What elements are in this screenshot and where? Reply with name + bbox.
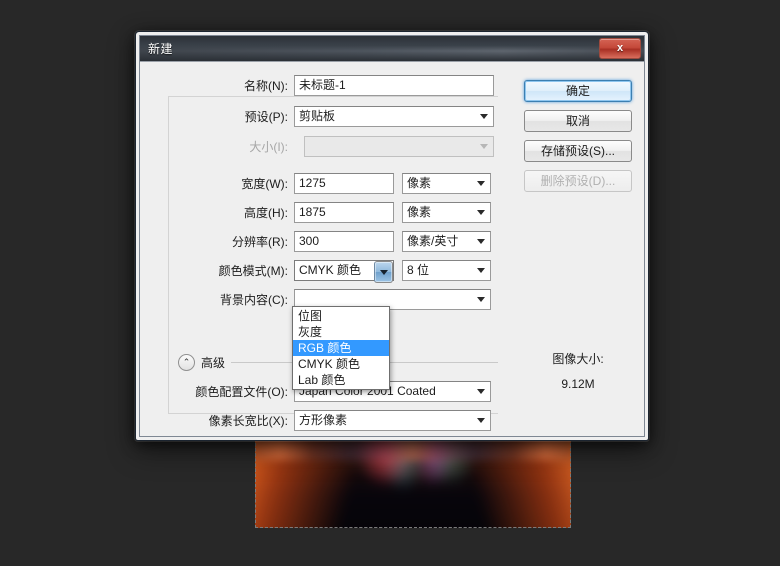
pixel-aspect-ratio-combobox[interactable]: 方形像素 (294, 409, 491, 431)
chevron-down-icon (477, 210, 485, 215)
new-document-dialog: 新建 x 名称(N): 未标题-1 预设(P): 剪贴板 大小(I): 宽度(W… (135, 31, 649, 441)
width-unit-value: 像素 (407, 175, 432, 190)
pixel-aspect-ratio-label: 像素长宽比(X): (208, 413, 288, 428)
ok-button[interactable]: 确定 (524, 80, 632, 102)
width-unit-combobox[interactable]: 像素 (402, 172, 491, 194)
color-mode-value: CMYK 颜色 (299, 262, 362, 277)
size-combobox (304, 135, 494, 157)
width-input[interactable]: 1275 (294, 172, 394, 194)
color-mode-dropdown-list[interactable]: 位图 灰度 RGB 颜色 CMYK 颜色 Lab 颜色 (292, 306, 390, 390)
close-button[interactable]: x (599, 38, 641, 59)
chevron-down-icon (480, 144, 488, 149)
image-size-value: 9.12M (561, 377, 595, 391)
chevron-down-icon (477, 239, 485, 244)
chevron-up-icon: ⌃ (182, 357, 191, 367)
resolution-unit-combobox[interactable]: 像素/英寸 (402, 230, 491, 252)
height-input[interactable]: 1875 (294, 201, 394, 223)
preset-label: 预设(P): (244, 109, 288, 124)
dialog-button-column: 确定 取消 存储预设(S)... 删除预设(D)... (524, 80, 632, 200)
close-icon: x (616, 42, 624, 54)
row-width: 宽度(W): 1275 像素 (200, 172, 560, 194)
dropdown-item[interactable]: 位图 (293, 308, 389, 324)
selection-marquee[interactable] (255, 438, 571, 528)
marquee-dash-inner (255, 438, 571, 528)
name-label: 名称(N): (244, 78, 288, 93)
chevron-down-icon (477, 268, 485, 273)
delete-preset-button: 删除预设(D)... (524, 170, 632, 192)
chevron-down-icon (477, 389, 485, 394)
chevron-down-icon (477, 418, 485, 423)
chevron-down-icon (379, 269, 388, 275)
row-color-mode: 颜色模式(M): CMYK 颜色 8 位 (200, 259, 560, 283)
cancel-button[interactable]: 取消 (524, 110, 632, 132)
name-input[interactable]: 未标题-1 (294, 74, 494, 96)
chevron-down-icon (477, 297, 485, 302)
row-height: 高度(H): 1875 像素 (200, 201, 560, 223)
dropdown-item[interactable]: CMYK 颜色 (293, 356, 389, 372)
row-name: 名称(N): 未标题-1 (200, 74, 500, 96)
row-resolution: 分辨率(R): 300 像素/英寸 (200, 230, 560, 252)
preset-value: 剪贴板 (299, 108, 336, 123)
save-preset-button[interactable]: 存储预设(S)... (524, 140, 632, 162)
advanced-label: 高级 (201, 355, 226, 370)
row-size: 大小(I): (200, 135, 500, 157)
dialog-titlebar[interactable]: 新建 x (140, 36, 644, 62)
chevron-down-icon (477, 181, 485, 186)
dialog-title: 新建 (148, 42, 174, 56)
height-label: 高度(H): (244, 205, 288, 220)
chevron-down-icon (480, 114, 488, 119)
height-unit-combobox[interactable]: 像素 (402, 201, 491, 223)
resolution-unit-value: 像素/英寸 (407, 233, 459, 248)
dropdown-item[interactable]: 灰度 (293, 324, 389, 340)
dialog-inner-frame: 新建 x 名称(N): 未标题-1 预设(P): 剪贴板 大小(I): 宽度(W… (139, 35, 645, 437)
preset-combobox[interactable]: 剪贴板 (294, 105, 494, 127)
color-mode-dropdown-button[interactable] (374, 260, 393, 283)
width-label: 宽度(W): (241, 176, 288, 191)
color-mode-label: 颜色模式(M): (218, 263, 288, 278)
resolution-input[interactable]: 300 (294, 230, 394, 252)
color-mode-combobox[interactable]: CMYK 颜色 (294, 259, 394, 283)
bit-depth-combobox[interactable]: 8 位 (402, 259, 491, 281)
dialog-body: 名称(N): 未标题-1 预设(P): 剪贴板 大小(I): 宽度(W): 12… (140, 62, 644, 436)
advanced-collapse-toggle[interactable]: ⌃ (178, 353, 195, 371)
color-profile-label: 颜色配置文件(O): (195, 384, 288, 399)
dropdown-item[interactable]: Lab 颜色 (293, 372, 389, 388)
height-unit-value: 像素 (407, 204, 432, 219)
image-size-label: 图像大小: (552, 352, 604, 366)
background-contents-label: 背景内容(C): (220, 292, 288, 307)
dropdown-item[interactable]: RGB 颜色 (293, 340, 389, 356)
pixel-aspect-ratio-value: 方形像素 (299, 412, 348, 427)
image-size-readout: 图像大小: 9.12M (524, 350, 632, 391)
row-pixel-aspect-ratio: 像素长宽比(X): 方形像素 (172, 409, 532, 431)
resolution-label: 分辨率(R): (232, 234, 288, 249)
row-preset: 预设(P): 剪贴板 (200, 105, 500, 127)
bit-depth-value: 8 位 (407, 262, 430, 277)
size-label: 大小(I): (249, 139, 288, 154)
